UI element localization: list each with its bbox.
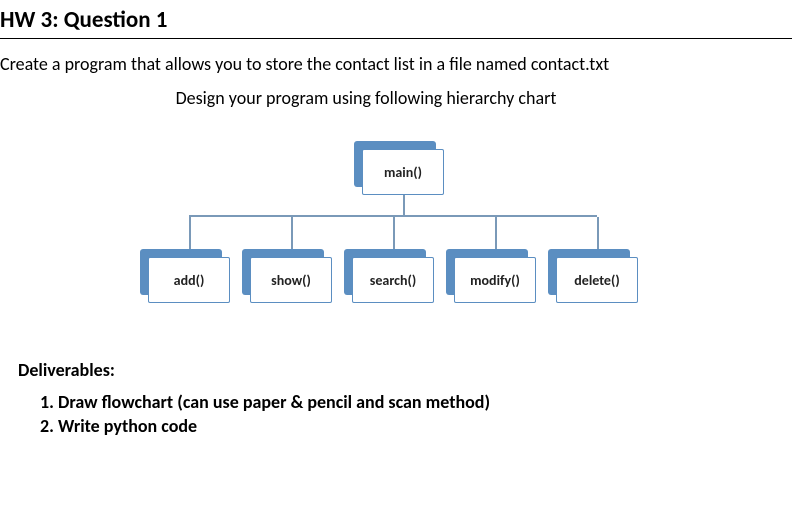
connector-line xyxy=(189,217,191,249)
hierarchy-node-main: main() xyxy=(362,149,444,195)
deliverable-item-1: Draw flowchart (can use paper & pencil a… xyxy=(58,391,792,413)
page-title: HW 3: Question 1 xyxy=(0,0,792,39)
node-label: main() xyxy=(362,149,444,195)
connector-line xyxy=(495,217,497,249)
hierarchy-chart: main() add() show() search() modify() de… xyxy=(116,149,676,319)
node-label: add() xyxy=(148,257,230,303)
connector-line xyxy=(393,217,395,249)
deliverable-text: Draw flowchart (can use paper & pencil a… xyxy=(58,391,490,413)
node-label: show() xyxy=(250,257,332,303)
instruction-line-2: Design your program using following hier… xyxy=(0,87,792,109)
connector-line xyxy=(291,217,293,249)
deliverable-item-2: Write python code xyxy=(58,415,792,437)
deliverable-text: Write python code xyxy=(58,415,197,437)
hierarchy-node-modify: modify() xyxy=(454,257,536,303)
instruction-line-1: Create a program that allows you to stor… xyxy=(0,53,792,75)
deliverables-heading: Deliverables: xyxy=(18,359,792,381)
connector-line xyxy=(597,217,599,249)
hierarchy-node-add: add() xyxy=(148,257,230,303)
node-label: search() xyxy=(352,257,434,303)
hierarchy-node-delete: delete() xyxy=(556,257,638,303)
node-label: modify() xyxy=(454,257,536,303)
connector-line xyxy=(403,195,405,215)
hierarchy-node-search: search() xyxy=(352,257,434,303)
hierarchy-node-show: show() xyxy=(250,257,332,303)
node-label: delete() xyxy=(556,257,638,303)
deliverables-list: Draw flowchart (can use paper & pencil a… xyxy=(58,391,792,437)
